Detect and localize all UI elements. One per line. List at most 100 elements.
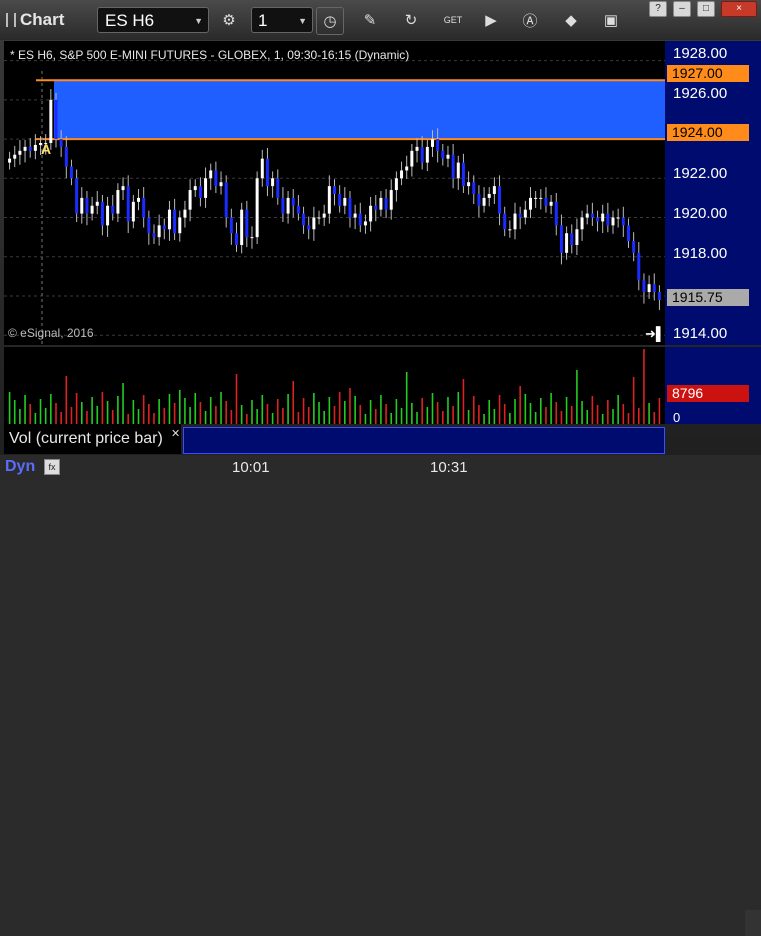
- candle-body: [204, 178, 208, 198]
- minimize-button[interactable]: –: [673, 1, 691, 17]
- help-button[interactable]: ?: [649, 1, 667, 17]
- volume-bar: [390, 413, 393, 424]
- volume-bar: [431, 393, 434, 424]
- candle-body: [374, 205, 378, 210]
- volume-bar: [545, 407, 547, 424]
- zone-rect: [54, 80, 665, 140]
- maximize-button[interactable]: □: [697, 1, 715, 17]
- volume-pane[interactable]: [4, 347, 665, 424]
- app-title-text: Chart: [20, 10, 65, 29]
- zone-top-tag: 1927.00: [667, 65, 749, 82]
- chart-label: * ES H6, S&P 500 E-MINI FUTURES - GLOBEX…: [10, 48, 410, 62]
- jump-to-end-icon[interactable]: ➜▌: [645, 326, 665, 342]
- candle-body: [451, 154, 455, 179]
- candle-body: [240, 209, 244, 245]
- volume-bar: [333, 406, 336, 424]
- volume-bar: [493, 409, 496, 424]
- volume-bar: [534, 412, 537, 424]
- volume-bar: [101, 392, 104, 424]
- chevron-down-icon[interactable]: ▼: [194, 8, 203, 34]
- dynamic-icon[interactable]: fx: [44, 459, 60, 475]
- volume-bar: [235, 374, 238, 424]
- close-icon[interactable]: ✕: [171, 427, 180, 440]
- text-icon[interactable]: Ⓐ: [517, 7, 543, 33]
- candle-body: [322, 213, 326, 218]
- candle-body: [157, 225, 161, 238]
- candle-body: [312, 217, 316, 230]
- volume-bar: [442, 411, 444, 424]
- settings-icon[interactable]: ⚙: [216, 7, 242, 33]
- y-tick: 1922.00: [673, 165, 728, 182]
- candle-body: [498, 186, 502, 214]
- candle-body: [100, 201, 104, 226]
- volume-bar: [111, 410, 114, 424]
- candle-body: [456, 162, 460, 179]
- candle-body: [570, 233, 574, 245]
- diamond-icon[interactable]: ◆: [558, 7, 584, 33]
- candle-body: [13, 154, 17, 159]
- volume-bar: [354, 396, 356, 424]
- candle-body: [472, 182, 476, 194]
- y-tick: 1920.00: [673, 205, 728, 222]
- close-button[interactable]: ×: [721, 1, 757, 17]
- play-icon[interactable]: ▶: [478, 7, 504, 33]
- price-axis[interactable]: 1928.00 1926.00 1922.00 1920.00 1918.00 …: [665, 41, 761, 345]
- volume-bar: [194, 393, 197, 424]
- pencil-icon[interactable]: ✎: [357, 7, 383, 33]
- volume-bar: [50, 394, 52, 424]
- volume-bar: [349, 388, 351, 424]
- candle-body: [59, 139, 63, 147]
- candle-body: [425, 146, 429, 163]
- camera-icon[interactable]: ▣: [598, 7, 624, 33]
- candle-body: [178, 217, 182, 234]
- volume-bar: [607, 400, 609, 424]
- volume-bar: [385, 404, 387, 424]
- symbol-input[interactable]: ES H6 ▼: [97, 7, 209, 33]
- candle-body: [23, 146, 27, 151]
- candle-body: [441, 150, 445, 159]
- volume-bar: [400, 408, 403, 424]
- volume-axis[interactable]: 8796 0: [665, 347, 761, 425]
- candle-body: [436, 139, 440, 151]
- candle-body: [18, 150, 22, 155]
- volume-bar: [581, 401, 583, 424]
- volume-bar: [127, 414, 130, 424]
- volume-bar: [122, 383, 124, 424]
- y-tick: 1914.00: [673, 325, 728, 342]
- marker-a: A: [41, 141, 52, 157]
- app-title[interactable]: Chart: [6, 10, 64, 30]
- volume-bar: [86, 411, 88, 424]
- volume-bar: [158, 399, 160, 424]
- candle-body: [353, 213, 357, 218]
- volume-bar: [204, 411, 207, 424]
- candle-body: [214, 170, 218, 187]
- grip-icon[interactable]: [6, 13, 16, 27]
- candle-body: [291, 197, 295, 206]
- interval-input[interactable]: 1 ▼: [251, 7, 313, 33]
- candle-body: [219, 182, 223, 187]
- chevron-down-icon[interactable]: ▼: [298, 8, 307, 34]
- candle-body: [575, 229, 579, 245]
- price-chart[interactable]: * ES H6, S&P 500 E-MINI FUTURES - GLOBEX…: [4, 41, 665, 345]
- volume-bar: [168, 394, 171, 424]
- candle-body: [338, 193, 342, 206]
- clock-icon[interactable]: ◷: [316, 7, 344, 35]
- volume-bar: [374, 409, 377, 424]
- volume-bar: [550, 393, 552, 424]
- candle-body: [549, 201, 553, 206]
- candle-body: [116, 190, 120, 214]
- volume-bar: [209, 397, 212, 424]
- volume-bar: [55, 403, 57, 424]
- candle-body: [33, 144, 37, 151]
- price-chart-svg: [4, 60, 665, 345]
- dynamic-label[interactable]: Dyn: [5, 458, 35, 476]
- candle-body: [508, 229, 512, 231]
- time-axis[interactable]: Dyn fx 10:01 10:31: [0, 455, 761, 936]
- x-tick: 10:31: [430, 459, 468, 476]
- candle-body: [379, 197, 383, 210]
- volume-bar: [565, 397, 568, 424]
- get-icon[interactable]: GET: [440, 7, 466, 33]
- volume-bar: [421, 398, 423, 424]
- candle-body: [137, 197, 141, 202]
- refresh-icon[interactable]: ↻: [398, 7, 424, 33]
